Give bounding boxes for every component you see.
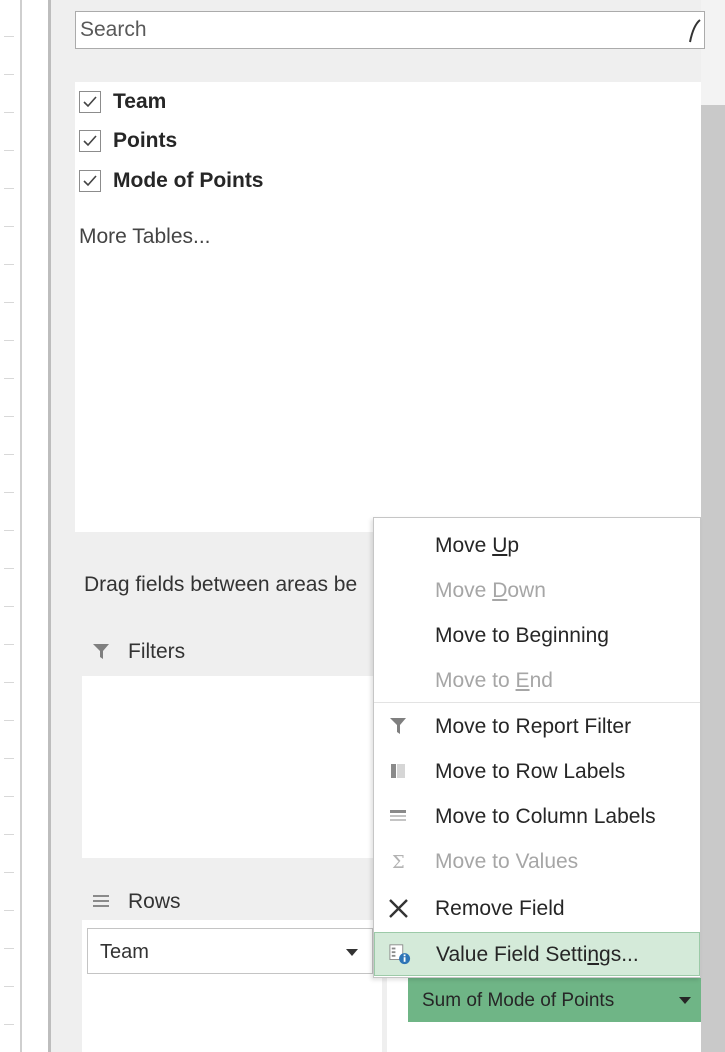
- row-gridline: [4, 872, 14, 873]
- field-label: Mode of Points: [113, 169, 264, 192]
- row-gridline: [4, 682, 14, 683]
- row-gridline: [4, 36, 14, 37]
- menu-item-label: Move to Values: [435, 850, 579, 873]
- row-gridline: [4, 568, 14, 569]
- field-label: Points: [113, 129, 178, 152]
- menu-item-label: Move to End: [435, 669, 553, 692]
- row-gridline: [4, 796, 14, 797]
- menu-item-label: Move Up: [435, 534, 520, 557]
- row-gridline: [4, 948, 14, 949]
- menu-item-move-to-end[interactable]: Move to End: [374, 659, 700, 703]
- row-gridline: [4, 720, 14, 721]
- rows-field-team[interactable]: Team: [87, 928, 373, 974]
- menu-item-move-to-row-labels[interactable]: Move to Row Labels: [374, 750, 700, 794]
- rows-area-header: Rows: [92, 890, 181, 914]
- row-gridline: [4, 188, 14, 189]
- rows-label: Rows: [128, 890, 181, 913]
- menu-item-label: Move to Beginning: [435, 624, 609, 647]
- menu-item-value-field-settings[interactable]: Value Field Settings...: [374, 932, 700, 976]
- scrollbar-thumb[interactable]: [701, 105, 725, 1052]
- menu-item-remove-field[interactable]: Remove Field: [374, 887, 700, 931]
- row-gridline: [4, 910, 14, 911]
- values-field-sum-of-mode-of-points[interactable]: Sum of Mode of Points: [408, 978, 701, 1022]
- row-gridline: [4, 340, 14, 341]
- row-gridline: [4, 74, 14, 75]
- field-list: Team Points Mode of Points More Tables..…: [75, 82, 701, 532]
- menu-item-label: Move Down: [435, 579, 546, 602]
- field-item-mode-of-points[interactable]: Mode of Points: [79, 165, 264, 197]
- dropdown-arrow-icon[interactable]: [346, 949, 358, 956]
- field-context-menu: Move Up Move Down Move to Beginning Move…: [373, 517, 701, 978]
- field-item-points[interactable]: Points: [79, 125, 177, 157]
- menu-item-label: Move to Row Labels: [435, 760, 626, 783]
- menu-item-move-to-values[interactable]: Σ Move to Values: [374, 840, 700, 884]
- dropdown-arrow-icon[interactable]: [679, 997, 691, 1004]
- filter-icon: [390, 718, 406, 734]
- row-gridline: [4, 226, 14, 227]
- row-gridline: [4, 644, 14, 645]
- scrollbar-track[interactable]: [701, 0, 725, 1052]
- row-gridline: [4, 454, 14, 455]
- row-gridline: [4, 606, 14, 607]
- menu-item-label: Move to Report Filter: [435, 715, 632, 738]
- menu-item-move-to-column-labels[interactable]: Move to Column Labels: [374, 795, 700, 839]
- menu-separator: [374, 702, 700, 703]
- row-labels-icon: [391, 764, 405, 778]
- row-gridline: [4, 530, 14, 531]
- menu-item-move-to-beginning[interactable]: Move to Beginning: [374, 614, 700, 658]
- menu-item-label: Value Field Settings...: [436, 943, 639, 966]
- row-gridline: [4, 986, 14, 987]
- row-gridline: [4, 378, 14, 379]
- sigma-icon: Σ: [392, 852, 405, 872]
- filters-area-header: Filters: [92, 640, 185, 664]
- values-field-label: Sum of Mode of Points: [422, 990, 615, 1011]
- filter-icon: [93, 644, 109, 659]
- row-gridline: [4, 758, 14, 759]
- value-field-settings-icon: [389, 944, 411, 965]
- search-box[interactable]: [75, 11, 705, 49]
- drag-hint-text: Drag fields between areas be: [84, 573, 358, 596]
- menu-item-label: Move to Column Labels: [435, 805, 656, 828]
- rows-field-label: Team: [100, 941, 149, 963]
- row-gridline: [4, 150, 14, 151]
- row-gridline: [4, 492, 14, 493]
- row-gridline: [4, 264, 14, 265]
- remove-x-icon: [389, 899, 408, 918]
- spreadsheet-edge: [0, 0, 22, 1052]
- filters-drop-area[interactable]: [82, 676, 376, 858]
- menu-item-label: Remove Field: [435, 897, 565, 920]
- rows-icon: [93, 895, 109, 907]
- checkbox-checked-icon[interactable]: [79, 170, 101, 192]
- menu-item-move-to-report-filter[interactable]: Move to Report Filter: [374, 705, 700, 749]
- menu-item-move-up[interactable]: Move Up: [374, 524, 700, 568]
- menu-item-move-down[interactable]: Move Down: [374, 569, 700, 613]
- checkbox-checked-icon[interactable]: [79, 130, 101, 152]
- field-label: Team: [113, 90, 167, 113]
- row-gridline: [4, 1024, 14, 1025]
- search-input[interactable]: [80, 16, 670, 44]
- row-gridline: [4, 834, 14, 835]
- field-item-team[interactable]: Team: [79, 86, 166, 118]
- filters-label: Filters: [128, 640, 186, 663]
- column-labels-icon: [390, 810, 406, 821]
- row-gridline: [4, 112, 14, 113]
- checkbox-checked-icon[interactable]: [79, 91, 101, 113]
- more-tables-link[interactable]: More Tables...: [79, 225, 211, 249]
- row-gridline: [4, 302, 14, 303]
- row-gridline: [4, 416, 14, 417]
- search-icon[interactable]: [686, 18, 706, 44]
- svg-text:Σ: Σ: [392, 852, 405, 872]
- spreadsheet-gap: [24, 0, 48, 1052]
